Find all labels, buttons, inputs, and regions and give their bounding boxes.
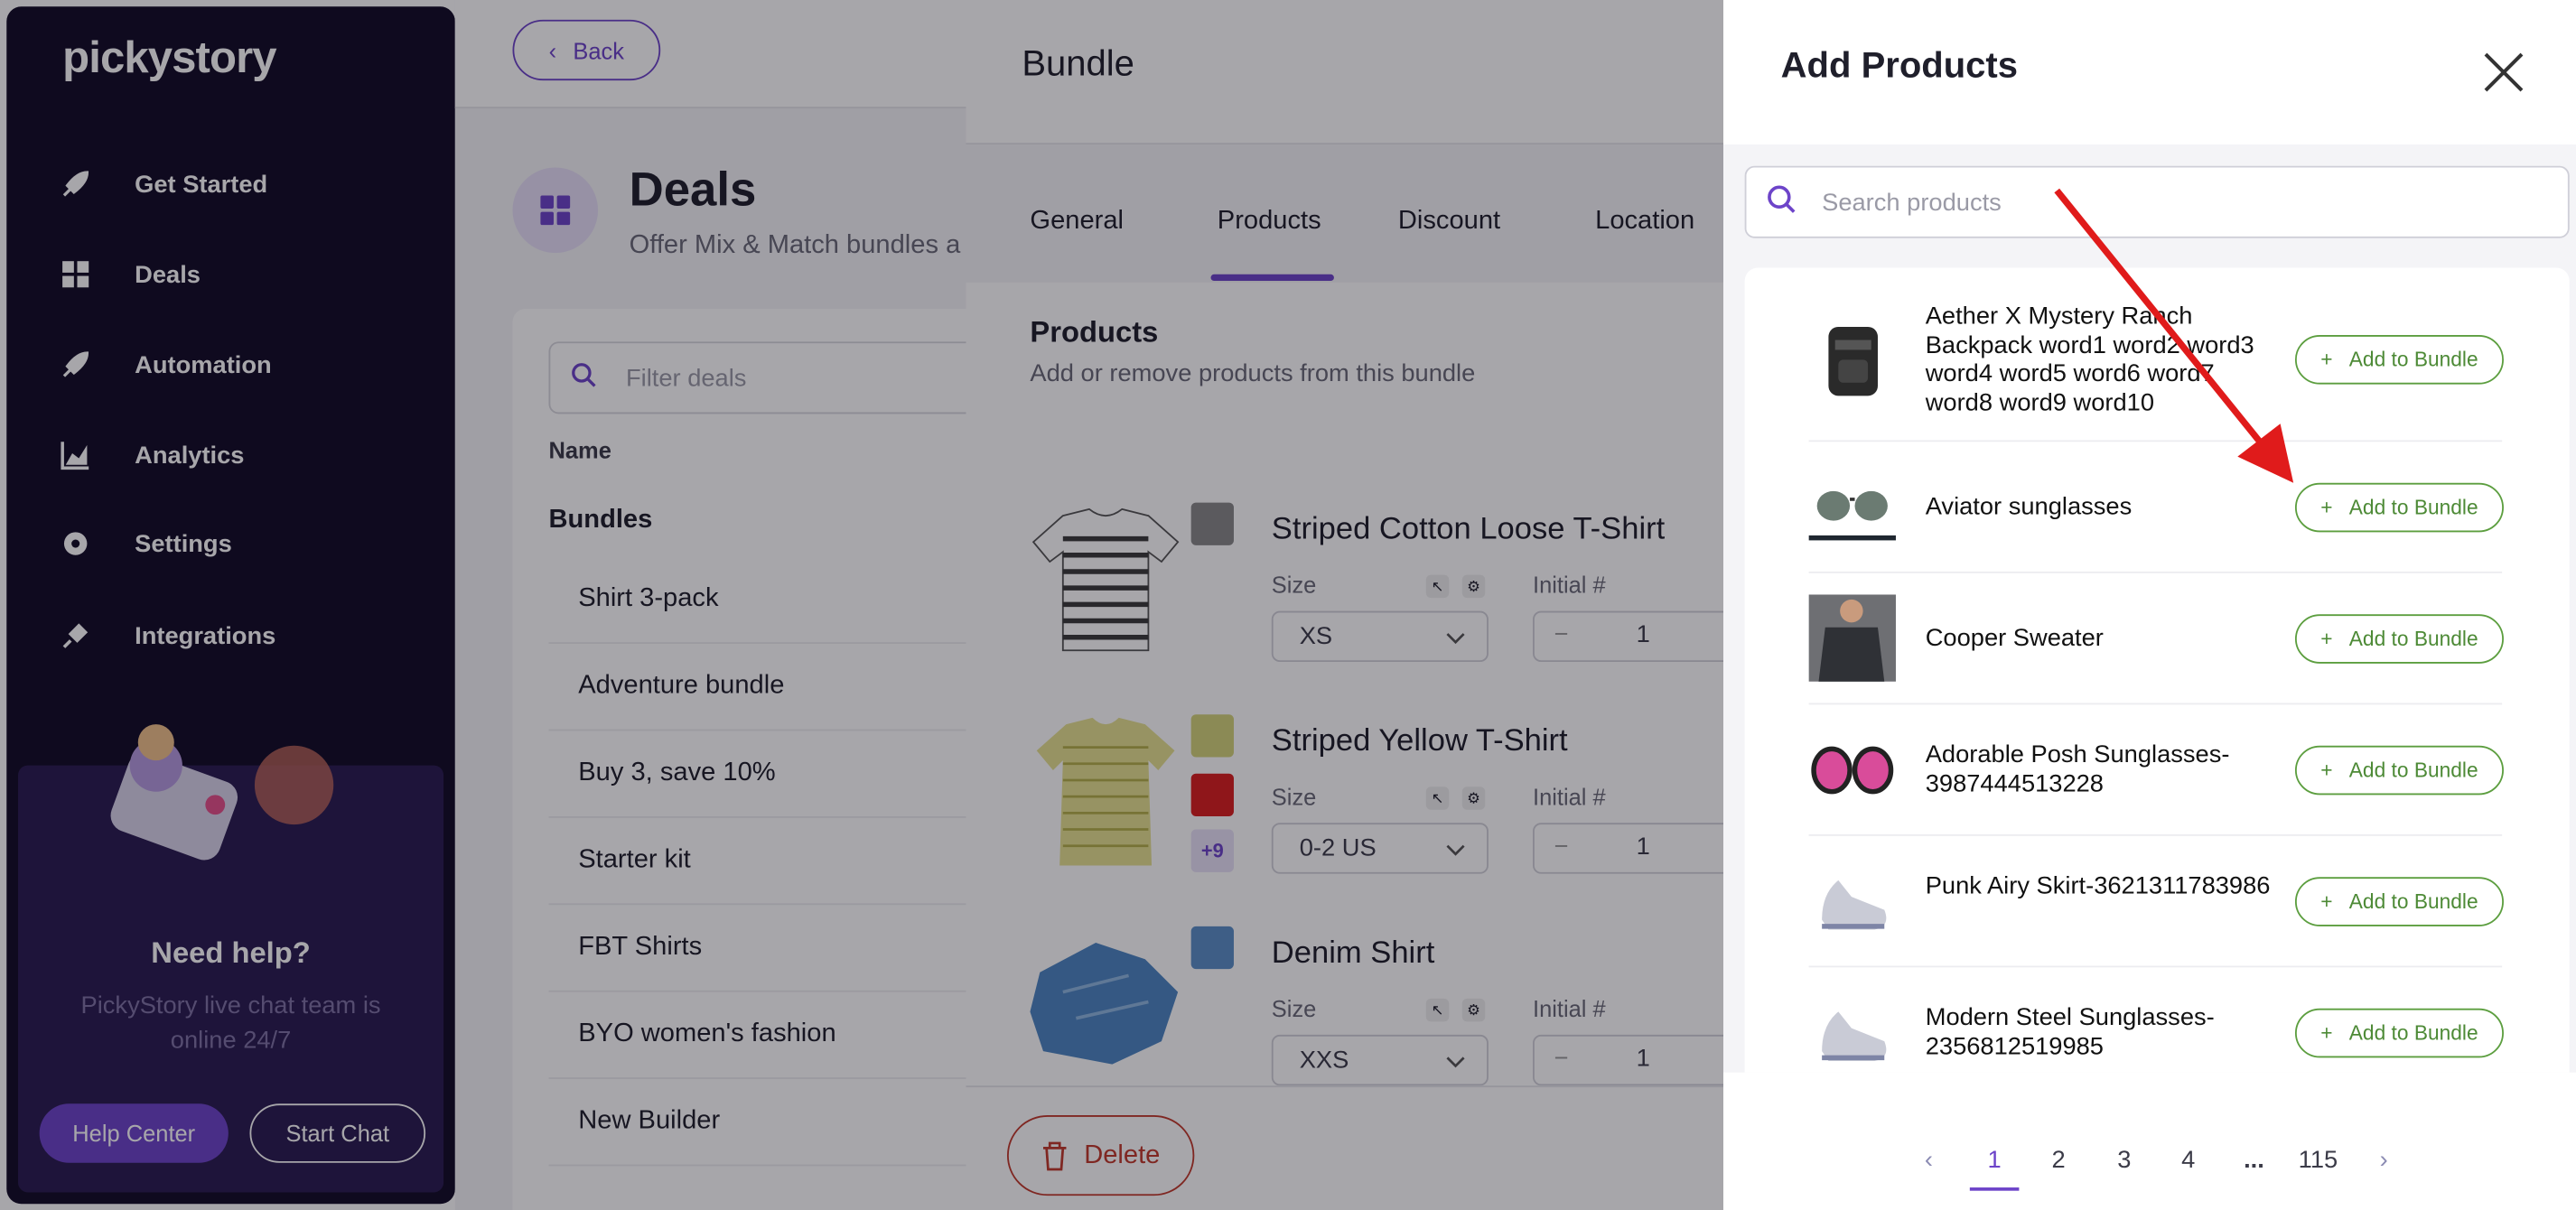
- app-window: pickystory Get Started Deals Automation …: [0, 0, 2576, 1210]
- annotation-arrow: [2054, 188, 2294, 483]
